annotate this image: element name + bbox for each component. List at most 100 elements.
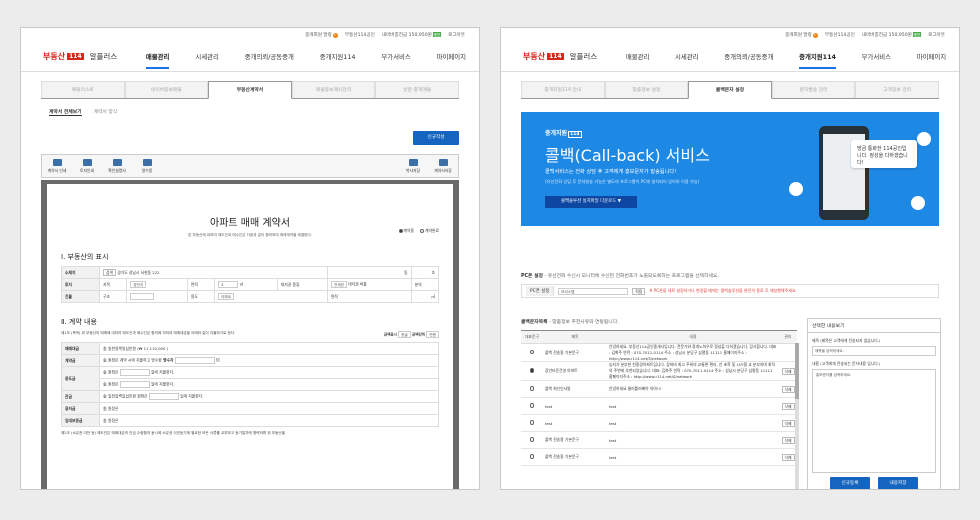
pc-phone-select[interactable]: 모리스랩 [558,287,629,295]
list-scrollbar[interactable] [795,343,799,489]
menu-price[interactable]: 시세관리 [675,44,699,69]
tab-customer[interactable]: 고객정보 관리 [855,81,939,98]
save-icon [438,158,448,166]
logout-link[interactable]: 로그아웃 [928,32,945,38]
structure-select[interactable] [130,293,155,300]
currency-select[interactable]: 한글 [398,331,411,338]
contract-toolbar: 계약서 인쇄 토지인쇄 확인설명서 영수증 계약서 인쇄복사저장 계약서저장 [41,154,459,178]
receipt-button[interactable]: 영수증 [132,158,162,174]
print-contract-button[interactable]: 계약서 인쇄 [42,158,72,174]
printer-icon [82,158,92,166]
row-radio[interactable] [529,386,535,391]
row-radio[interactable] [529,437,535,442]
article-2: 제2조 (소유권 이전 등) 매도인은 매매대금의 잔금 수령함과 동시에 소유… [61,431,286,435]
sale-price-text[interactable]: 일천일백일십만원 [108,346,136,351]
row-radio[interactable] [529,368,535,373]
new-contract-button[interactable]: 신규작성 [413,131,459,145]
contract-notice: 본 부동산에 대하여 매도인과 매수인은 다음과 같이 합의하여 매매계약을 체… [188,233,312,237]
confirmation-button[interactable]: 확인설명서 [102,158,132,174]
notification-badge: 0 [812,33,818,38]
row-radio[interactable] [529,349,535,355]
subject-input[interactable]: 제목을 입력하세요. [812,346,936,356]
balance-date[interactable] [148,393,179,400]
menu-price[interactable]: 시세관리 [195,44,219,69]
delete-button[interactable]: 삭제 [781,436,795,444]
tab-sms-manage[interactable]: 문자발송 관리 [771,81,856,98]
usage-select[interactable]: 아파트 [218,293,235,300]
balance-link[interactable]: 내마버충전금 150,950원 충전 [382,32,442,38]
radio-complete[interactable]: 계약완료 [420,228,439,234]
delete-button[interactable]: 삭제 [781,385,795,393]
nav-all-contracts[interactable]: 계약서 전체보기 [49,108,82,116]
address-value[interactable]: 경기도 성남시 서현동 222 [117,270,159,275]
table-row[interactable]: 콜백 최신인사말 안녕하세요 쿨러틀러빠아 아아!!! 삭제 [521,380,797,398]
menu-extra[interactable]: 부가서비스 [862,44,891,69]
banner-note: (유선전화 상담 후 문자발송 기능은 별도의 프로그램이 PC에 설치되어 있… [545,179,700,184]
row-radio[interactable] [529,454,535,459]
land-ratio-field[interactable]: 분의 [410,278,440,291]
delete-button[interactable]: 삭제 [781,419,795,427]
office-name[interactable]: 부동산114공인 [825,32,855,38]
delete-button[interactable]: 삭제 [781,367,795,375]
tab-listing[interactable]: 매물리스트 [41,81,125,98]
land-category-select[interactable]: 장전지 [130,281,147,288]
radio-in-progress[interactable]: 계약중 [398,228,414,234]
save-content-button[interactable]: 내용저장 [878,477,918,489]
office-name[interactable]: 부동산114공인 [345,32,375,38]
menu-mypage[interactable]: 마이페이지 [917,44,946,69]
logout-link[interactable]: 로그아웃 [448,32,465,38]
copy-save-button[interactable]: 계약서 인쇄복사저장 [398,158,428,174]
membership-link[interactable]: 중개회원 말랑 0 [305,32,338,38]
new-register-button[interactable]: 신규등록 [830,477,870,489]
banner-desc: 콜백서비스는 전화 상담 후 고객에게 홍보문자가 발송됩니다! [545,169,677,175]
membership-link[interactable]: 중개회원 말랑 0 [785,32,818,38]
tab-support-guide[interactable]: 중개지원114 안내 [521,81,605,98]
row-radio[interactable] [529,403,535,408]
row-radio[interactable] [529,420,535,425]
land-area-input[interactable]: 2 [218,281,239,288]
table-row[interactable]: 콜백 전송용 기본문구 test 삭제 [521,448,797,466]
charge-tag[interactable]: 충전 [432,32,442,37]
menu-mypage[interactable]: 마이페이지 [437,44,466,69]
delete-button[interactable]: 삭제 [781,453,795,461]
charge-tag[interactable]: 충전 [912,32,922,37]
table-row[interactable]: 장안타운건영 아파트 농지가 분부한 친환경아파트입니다. 장마비 최고 주위의 … [521,361,797,381]
message-list-heading: 콜백문자목록 - 맞춤정보 추천사유와 연동됩니다. [521,320,619,325]
menu-listing[interactable]: 매물관리 [145,44,169,69]
section-property: Ⅰ. 부동산의 표시 [61,253,109,261]
menu-brokerage[interactable]: 중개의뢰/공동중개 [245,44,294,69]
menu-listing[interactable]: 매물관리 [626,44,650,69]
apply-button[interactable]: 적용 [632,287,646,295]
table-row[interactable]: 콜백 전송용 기본문구 안녕하세요. 부동산114공인중개사입니다. 전문가와 중… [521,343,797,362]
download-button[interactable]: 콜백솔루션 설치파일 다운로드 ▼ [545,196,637,208]
address-search-button[interactable]: 검색 [103,269,116,276]
content-textarea[interactable]: 홍보문자를 입력하세요. [812,369,936,473]
receiver-input[interactable] [174,357,215,364]
unit-select[interactable]: 만원 [426,331,439,338]
logo[interactable]: 부동산 114 알플러스 [21,51,133,62]
main-navigation: 부동산 114 알플러스 매물관리 시세관리 중개의뢰/공동중개 중개지원114 부… [21,42,479,72]
tab-callback[interactable]: 콜백문자 설정 [688,81,772,99]
tab-visit-manage[interactable]: 매물등보매시관리 [291,81,376,98]
menu-support[interactable]: 중개지원114 [320,44,356,69]
table-row[interactable]: test test 삭제 [521,397,797,415]
print-land-button[interactable]: 토지인쇄 [72,158,102,174]
land-right-select[interactable]: 전세권 [330,281,347,288]
nav-contract-form[interactable]: 계약서 양식 [94,108,118,116]
menu-brokerage[interactable]: 중개의뢰/공동중개 [724,44,773,69]
tab-contract[interactable]: 부동산계약서 [208,81,292,99]
menu-support[interactable]: 중개지원114 [799,44,836,69]
tab-custom-info[interactable]: 맞춤정보 설정 [604,81,689,98]
save-contract-button[interactable]: 계약서저장 [428,158,458,174]
table-row[interactable]: 콜백 전송용 기본문구 test 삭제 [521,431,797,449]
delete-button[interactable]: 삭제 [781,402,795,410]
tab-visit-listing[interactable]: 방문 중개매물 [375,81,459,98]
table-row[interactable]: test test 삭제 [521,414,797,432]
logo[interactable]: 부동산 114 알플러스 [501,51,613,62]
balance-link[interactable]: 내마버충전금 150,950원 충전 [862,32,922,38]
tab-naver[interactable]: 네이버등보매물 [124,81,209,98]
menu-extra[interactable]: 부가서비스 [381,44,410,69]
interim-date-1[interactable] [119,369,150,376]
interim-date-2[interactable] [119,381,150,388]
receipt-icon [142,158,152,166]
